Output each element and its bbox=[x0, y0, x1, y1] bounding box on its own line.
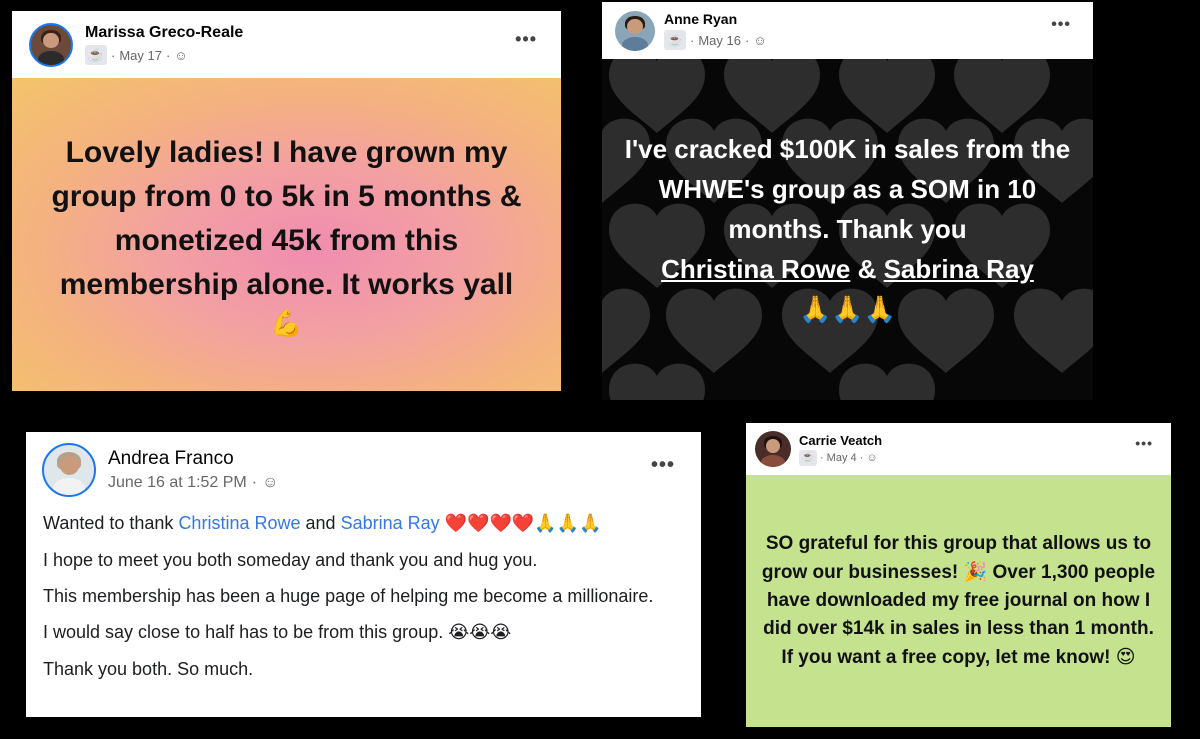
more-options-icon[interactable]: ••• bbox=[515, 29, 537, 50]
hearts-prayer-emoji: ❤️❤️❤️❤️🙏🙏🙏 bbox=[444, 513, 602, 534]
audience-icon: ☺ bbox=[262, 474, 279, 491]
mention-sabrina-ray[interactable]: Sabrina Ray bbox=[341, 513, 440, 533]
post-body: SO grateful for this group that allows u… bbox=[746, 475, 1171, 727]
heart-eyes-emoji: 😍 bbox=[1115, 646, 1136, 668]
audience-icon: ☺ bbox=[174, 47, 188, 63]
post-text: SO grateful for this group that allows u… bbox=[761, 533, 1156, 668]
post-meta: June 16 at 1:52 PM · ☺ bbox=[108, 474, 279, 492]
post-marissa: Marissa Greco-Reale ☕ · May 17 · ☺ ••• L… bbox=[12, 11, 561, 391]
more-options-icon[interactable]: ••• bbox=[1135, 435, 1153, 451]
post-date[interactable]: May 17 bbox=[119, 48, 162, 63]
party-popper-emoji: 🎉 bbox=[963, 561, 988, 583]
post-header: Andrea Franco June 16 at 1:52 PM · ☺ ••• bbox=[26, 432, 701, 502]
post-header: Marissa Greco-Reale ☕ · May 17 · ☺ ••• bbox=[12, 11, 561, 78]
author-name[interactable]: Andrea Franco bbox=[108, 448, 278, 470]
post-meta: ☕ · May 17 · ☺ bbox=[85, 45, 243, 65]
post-line: Thank you both. So much. bbox=[43, 659, 254, 679]
post-header: Anne Ryan ☕ · May 16 · ☺ ••• bbox=[602, 2, 1093, 59]
author-name[interactable]: Marissa Greco-Reale bbox=[85, 24, 243, 42]
post-text: Wanted to thank Christina Rowe and Sabri… bbox=[43, 510, 681, 692]
coffee-cup-icon: ☕ bbox=[799, 449, 817, 466]
avatar[interactable] bbox=[755, 431, 791, 467]
audience-icon: ☺ bbox=[753, 32, 767, 48]
more-options-icon[interactable]: ••• bbox=[651, 454, 675, 477]
post-andrea: Andrea Franco June 16 at 1:52 PM · ☺ •••… bbox=[26, 432, 701, 717]
coffee-cup-icon: ☕ bbox=[664, 30, 686, 50]
more-options-icon[interactable]: ••• bbox=[1051, 16, 1071, 34]
post-meta: ☕ · May 16 · ☺ bbox=[664, 30, 767, 50]
folded-hands-emoji: 🙏🙏🙏 bbox=[798, 295, 897, 325]
mention-sabrina-ray[interactable]: Sabrina Ray bbox=[884, 254, 1034, 284]
post-line: I hope to meet you both someday and than… bbox=[43, 550, 538, 570]
post-header: Carrie Veatch ☕ · May 4 · ☺ ••• bbox=[746, 423, 1171, 475]
post-line: This membership has been a huge page of … bbox=[43, 586, 654, 606]
coffee-cup-icon: ☕ bbox=[85, 45, 107, 65]
audience-icon: ☺ bbox=[866, 451, 878, 464]
mention-christina-rowe[interactable]: Christina Rowe bbox=[178, 513, 300, 533]
flexed-biceps-emoji: 💪 bbox=[270, 308, 303, 339]
post-text: Lovely ladies! I have grown my group fro… bbox=[51, 135, 522, 301]
post-body: I've cracked $100K in sales from the WHW… bbox=[602, 59, 1093, 400]
author-name[interactable]: Carrie Veatch bbox=[799, 433, 882, 448]
post-line: I would say close to half has to be from… bbox=[43, 622, 444, 642]
avatar[interactable] bbox=[42, 443, 96, 497]
post-date[interactable]: June 16 at 1:52 PM bbox=[108, 474, 247, 492]
author-name[interactable]: Anne Ryan bbox=[664, 11, 767, 27]
crying-emoji: 😭😭😭 bbox=[448, 622, 512, 643]
post-meta: ☕ · May 4 · ☺ bbox=[799, 449, 882, 466]
post-carrie: Carrie Veatch ☕ · May 4 · ☺ ••• SO grate… bbox=[746, 423, 1171, 727]
mention-christina-rowe[interactable]: Christina Rowe bbox=[661, 254, 850, 284]
post-date[interactable]: May 4 bbox=[827, 452, 857, 464]
avatar[interactable] bbox=[29, 22, 73, 67]
post-date[interactable]: May 16 bbox=[698, 33, 741, 48]
post-body: Lovely ladies! I have grown my group fro… bbox=[12, 78, 561, 391]
avatar[interactable] bbox=[615, 10, 655, 51]
post-text: I've cracked $100K in sales from the WHW… bbox=[624, 134, 1071, 325]
post-anne: Anne Ryan ☕ · May 16 · ☺ ••• I've cracke… bbox=[602, 2, 1093, 400]
